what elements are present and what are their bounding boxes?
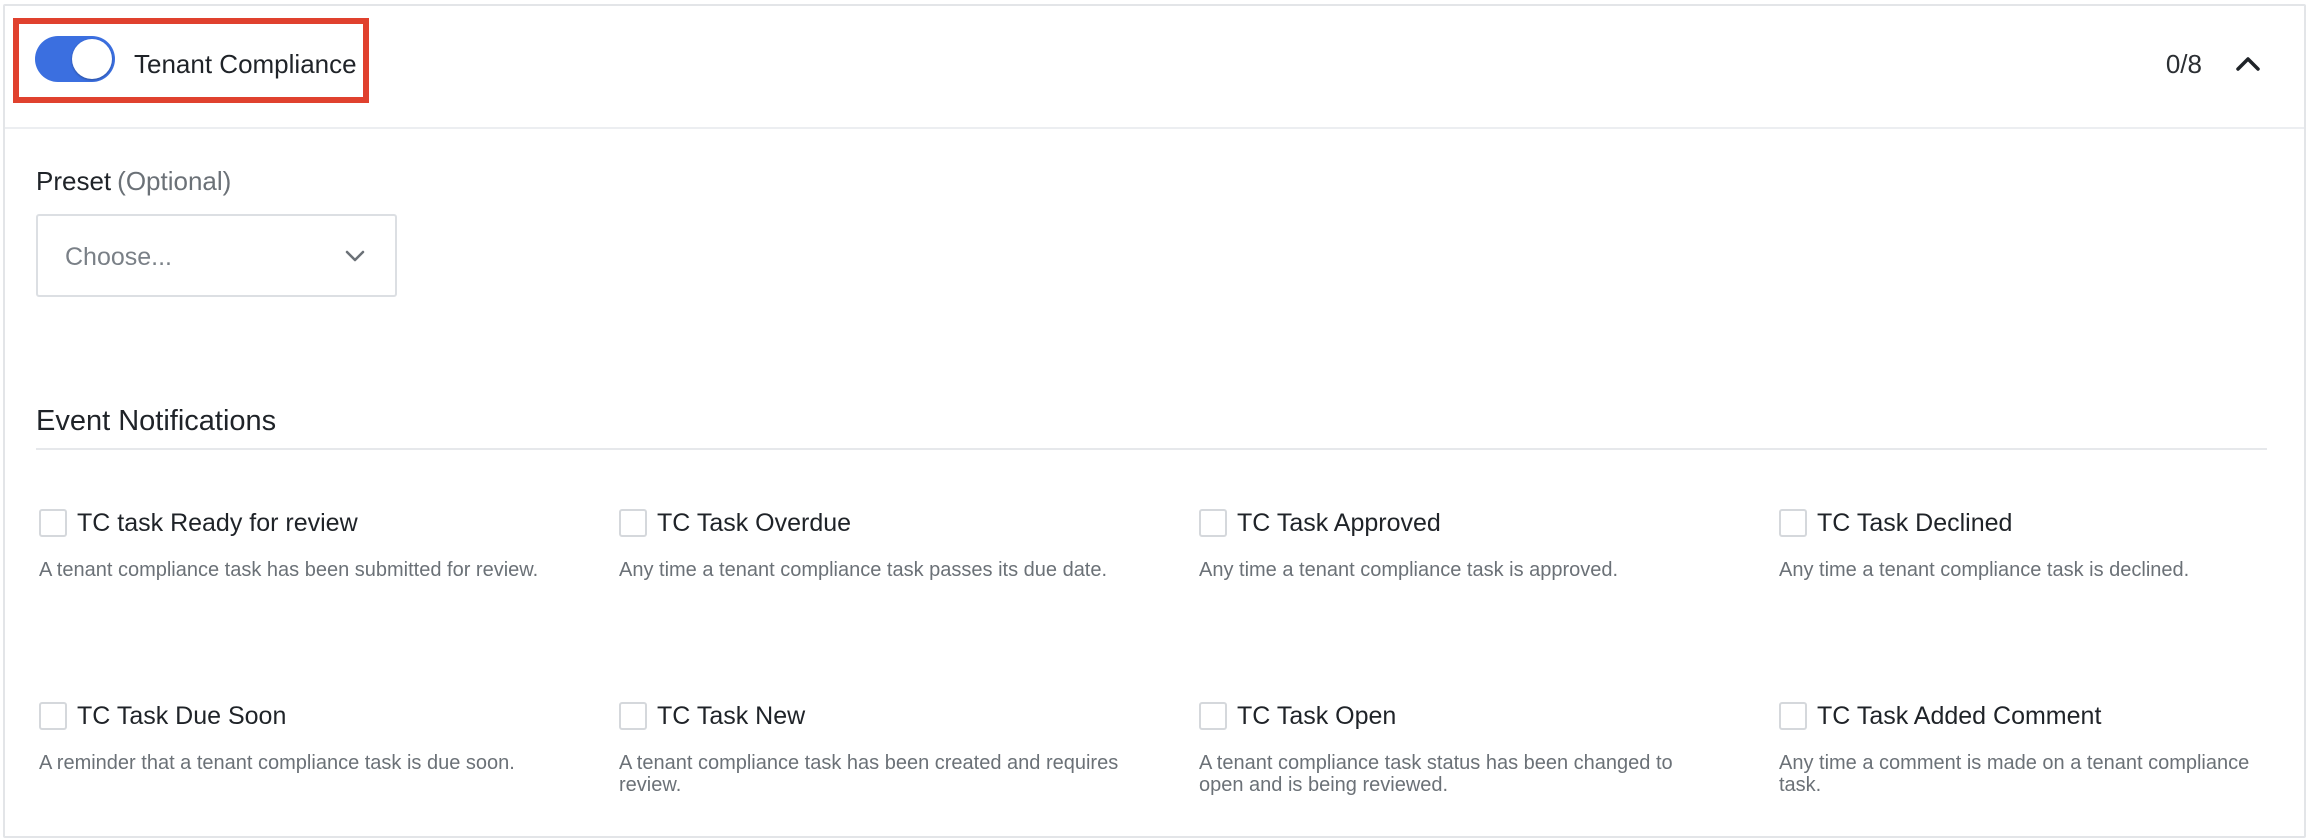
chevron-down-icon <box>345 250 365 262</box>
event-notifications-title: Event Notifications <box>36 405 277 437</box>
preset-label: Preset (Optional) <box>36 165 231 197</box>
event-checkbox[interactable] <box>1779 702 1807 730</box>
divider <box>36 448 2267 450</box>
event-description: A reminder that a tenant compliance task… <box>39 752 515 774</box>
event-checkbox[interactable] <box>619 702 647 730</box>
event-checkbox[interactable] <box>39 702 67 730</box>
event-description: Any time a tenant compliance task is dec… <box>1779 559 2190 581</box>
preset-label-text: Preset <box>36 166 112 196</box>
section-title: Tenant Compliance <box>134 49 357 79</box>
event-description: Any time a comment is made on a tenant c… <box>1779 752 2250 796</box>
event-item: TC task Ready for review A tenant compli… <box>39 507 539 581</box>
event-checkbox[interactable] <box>1779 509 1807 537</box>
event-label[interactable]: TC Task Declined <box>1817 507 2012 539</box>
event-label[interactable]: TC Task Added Comment <box>1817 700 2101 732</box>
event-description: Any time a tenant compliance task is app… <box>1199 559 1619 581</box>
toggle-knob <box>72 39 112 79</box>
event-label[interactable]: TC Task Due Soon <box>77 700 286 732</box>
selected-counter: 0/8 <box>2165 49 2202 79</box>
event-item: TC Task Approved Any time a tenant compl… <box>1199 507 1699 581</box>
event-item: TC Task Due Soon A reminder that a tenan… <box>39 700 539 774</box>
event-item: TC Task Open A tenant compliance task st… <box>1199 700 1699 796</box>
chevron-up-icon[interactable] <box>2234 50 2262 78</box>
preset-select[interactable]: Choose... <box>36 214 397 297</box>
event-item: TC Task Declined Any time a tenant compl… <box>1779 507 2279 581</box>
event-description: Any time a tenant compliance task passes… <box>619 559 1108 581</box>
event-label[interactable]: TC Task Overdue <box>657 507 851 539</box>
event-label[interactable]: TC Task Open <box>1237 700 1396 732</box>
event-checkbox[interactable] <box>1199 509 1227 537</box>
event-item: TC Task New A tenant compliance task has… <box>619 700 1119 796</box>
event-label[interactable]: TC Task Approved <box>1237 507 1441 539</box>
event-label[interactable]: TC task Ready for review <box>77 507 358 539</box>
tenant-compliance-toggle[interactable] <box>35 36 115 82</box>
event-description: A tenant compliance task has been submit… <box>39 559 539 581</box>
event-item: TC Task Added Comment Any time a comment… <box>1779 700 2279 796</box>
event-item: TC Task Overdue Any time a tenant compli… <box>619 507 1119 581</box>
event-description: A tenant compliance task has been create… <box>619 752 1119 796</box>
preset-select-placeholder: Choose... <box>65 243 173 271</box>
preset-optional-text: (Optional) <box>117 166 232 196</box>
event-label[interactable]: TC Task New <box>657 700 805 732</box>
event-checkbox[interactable] <box>39 509 67 537</box>
event-description: A tenant compliance task status has been… <box>1199 752 1673 796</box>
event-checkbox[interactable] <box>619 509 647 537</box>
event-checkbox[interactable] <box>1199 702 1227 730</box>
